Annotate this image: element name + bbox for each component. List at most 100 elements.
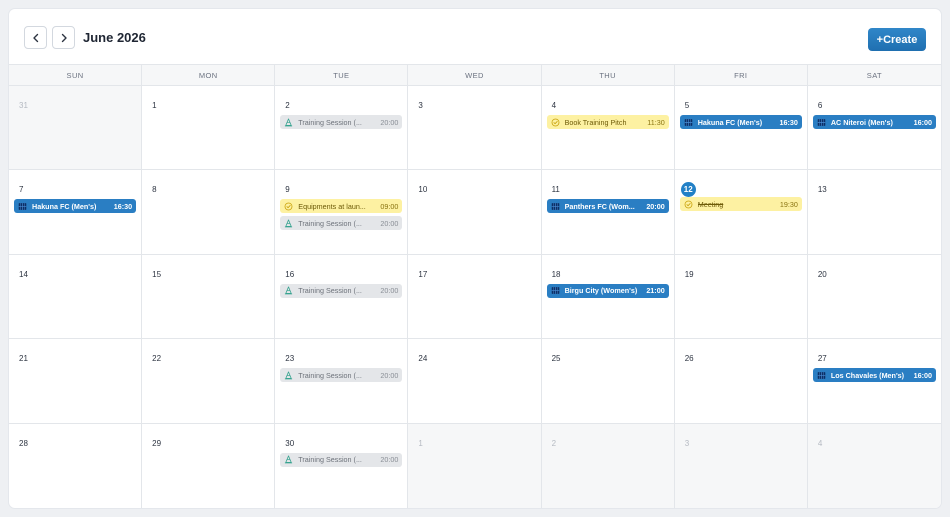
day-number: 22 — [152, 354, 162, 364]
training-event[interactable]: Training Session (... 20:00 — [280, 216, 403, 231]
event-title: Meeting — [697, 199, 724, 209]
event-title: Training Session (... — [298, 455, 362, 465]
weekday-header-wed: WED — [408, 65, 542, 86]
day-cell[interactable]: 3 — [674, 423, 808, 508]
day-number: 14 — [19, 269, 28, 279]
create-button[interactable]: +Create — [868, 28, 926, 51]
event-time: 16:30 — [113, 201, 133, 211]
day-cell[interactable]: 4 Book Training Pitch 11:30 — [541, 86, 675, 171]
day-cell[interactable]: 31 — [9, 86, 143, 171]
day-number: 10 — [418, 185, 428, 195]
day-number: 15 — [152, 269, 162, 279]
day-number: 23 — [285, 354, 295, 364]
event-list: Book Training Pitch 11:30 — [546, 115, 669, 129]
day-number: 2 — [551, 438, 557, 448]
match-event[interactable]: Hakuna FC (Men's) 16:30 — [14, 199, 137, 214]
weekday-header-sat: SAT — [807, 65, 941, 86]
day-cell[interactable]: 17 — [408, 254, 542, 340]
training-event[interactable]: Training Session (... 20:00 — [280, 368, 403, 383]
day-cell[interactable]: 23 Training Session (... 20:00 — [275, 339, 409, 424]
day-cell[interactable]: 18 Birgu City (Women's) 21:00 — [541, 254, 675, 340]
event-time: 09:00 — [380, 201, 399, 211]
event-time: 16:00 — [913, 370, 932, 380]
task-event[interactable]: Equipments at laun... 09:00 — [280, 199, 403, 214]
event-time: 20:00 — [380, 370, 399, 380]
previous-month-button[interactable] — [24, 26, 47, 49]
check-circle-icon — [684, 200, 693, 209]
weekday-header-sun: SUN — [9, 65, 143, 86]
match-event[interactable]: Panthers FC (Wom... 20:00 — [546, 199, 669, 214]
event-list: Training Session (... 20:00 — [280, 368, 403, 383]
event-title: Los Chavales (Men's) — [830, 370, 905, 380]
day-cell[interactable]: 1 — [142, 86, 276, 171]
day-cell[interactable]: 16 Training Session (... 20:00 — [275, 254, 409, 340]
task-event[interactable]: Book Training Pitch 11:30 — [546, 115, 669, 129]
event-time: 20:00 — [380, 286, 399, 296]
day-cell[interactable]: 26 — [674, 339, 808, 424]
day-number: 3 — [684, 438, 690, 448]
cone-icon — [284, 455, 293, 464]
task-event[interactable]: Meeting 19:30 — [679, 197, 802, 212]
day-cell[interactable]: 13 — [807, 170, 941, 255]
day-cell[interactable]: 9 Equipments at laun... 09:00 Training Sess… — [275, 170, 409, 255]
training-event[interactable]: Training Session (... 20:00 — [280, 283, 403, 298]
event-time: 16:30 — [779, 117, 798, 127]
day-cell[interactable]: 28 — [9, 423, 143, 508]
day-number: 3 — [418, 101, 423, 110]
day-cell[interactable]: 29 — [142, 423, 276, 508]
day-cell[interactable]: 30 Training Session (... 20:00 — [275, 423, 409, 508]
day-cell[interactable]: 14 — [9, 254, 143, 340]
day-cell[interactable]: 20 — [807, 255, 941, 340]
day-number: 6 — [817, 101, 823, 110]
day-cell[interactable]: 8 — [142, 170, 276, 255]
day-cell[interactable]: 11 Panthers FC (Wom... 20:00 — [541, 170, 675, 255]
event-title: Hakuna FC (Men's) — [32, 201, 97, 211]
chevron-left-icon — [32, 33, 38, 42]
day-number: 17 — [418, 269, 428, 279]
day-cell[interactable]: 5 Hakuna FC (Men's) 16:30 — [674, 86, 808, 171]
weekday-header-fri: FRI — [674, 65, 808, 86]
day-cell[interactable]: 10 — [408, 170, 542, 255]
day-cell[interactable]: 25 — [541, 339, 675, 424]
day-cell[interactable]: 22 — [142, 339, 276, 424]
event-list: Equipments at laun... 09:00 Training Sessi… — [280, 199, 403, 231]
event-list: Training Session (... 20:00 — [280, 283, 403, 298]
match-event[interactable]: AC Niteroi (Men's) 16:00 — [812, 115, 936, 129]
event-list: Hakuna FC (Men's) 16:30 — [679, 115, 802, 129]
event-title: Training Session (... — [298, 286, 362, 296]
day-cell[interactable]: 1 — [408, 423, 542, 508]
day-cell[interactable]: 21 — [9, 339, 143, 424]
today-day-number: 12 — [680, 182, 696, 198]
training-event[interactable]: Training Session (... 20:00 — [280, 115, 403, 129]
day-cell[interactable]: 12 Meeting 19:30 — [674, 170, 808, 255]
day-cell[interactable]: 3 — [408, 86, 542, 171]
weekday-header-thu: THU — [541, 65, 675, 86]
day-number: 5 — [684, 101, 690, 110]
day-cell[interactable]: 6 AC Niteroi (Men's) 16:00 — [807, 86, 941, 171]
event-time: 20:00 — [380, 117, 399, 127]
day-number: 4 — [817, 438, 823, 448]
match-event[interactable]: Los Chavales (Men's) 16:00 — [812, 368, 936, 383]
day-cell[interactable]: 27 Los Chavales (Men's) 16:00 — [807, 339, 941, 424]
day-cell[interactable]: 15 — [142, 254, 276, 340]
day-cell[interactable]: 2 — [541, 423, 675, 508]
day-number: 16 — [285, 269, 295, 279]
day-cell[interactable]: 2 Training Session (... 20:00 — [275, 86, 409, 171]
day-cell[interactable]: 19 — [674, 254, 808, 340]
event-title: Training Session (... — [298, 370, 362, 380]
event-list: Hakuna FC (Men's) 16:30 — [14, 199, 137, 214]
training-event[interactable]: Training Session (... 20:00 — [280, 452, 403, 467]
event-time: 20:00 — [380, 455, 399, 465]
calendar-card: June 2026 +Create SUN MON TUE WED THU FRI SAT 3… — [9, 9, 941, 508]
day-number: 25 — [551, 354, 561, 364]
day-cell[interactable]: 4 — [807, 423, 941, 508]
match-event[interactable]: Birgu City (Women's) 21:00 — [546, 283, 669, 298]
day-cell[interactable]: 7 Hakuna FC (Men's) 16:30 — [9, 170, 143, 255]
chevron-right-icon — [61, 33, 67, 42]
day-number: 11 — [551, 185, 560, 195]
event-title: Training Session (... — [298, 218, 362, 228]
day-cell[interactable]: 24 — [408, 339, 542, 424]
event-time: 21:00 — [646, 286, 665, 296]
match-event[interactable]: Hakuna FC (Men's) 16:30 — [679, 115, 802, 129]
next-month-button[interactable] — [52, 26, 75, 49]
